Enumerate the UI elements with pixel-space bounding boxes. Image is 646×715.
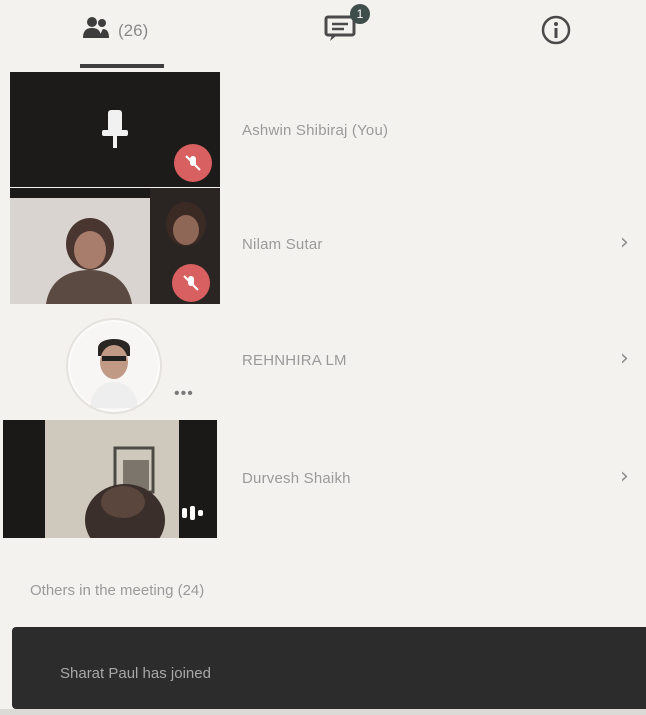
others-in-meeting-label[interactable]: Others in the meeting (24) [30,582,204,599]
chevron-right-icon[interactable]: › [620,346,629,371]
participant-name: Durvesh Shaikh [242,470,351,487]
active-tab-indicator [80,64,164,68]
avatar-photo [70,322,158,410]
mic-off-icon [172,264,210,302]
info-icon [540,14,572,51]
participant-name: Ashwin Shibiraj (You) [242,122,389,139]
chevron-right-icon[interactable]: › [620,464,629,489]
more-icon[interactable]: ••• [174,385,194,403]
people-icon [82,14,110,47]
participant-name: Nilam Sutar [242,236,323,253]
participant-video[interactable] [10,188,220,304]
participant-count: (26) [118,20,149,40]
tab-chat[interactable]: 1 [324,4,370,46]
audio-level-icon [177,504,207,522]
participant-video-self[interactable] [10,72,220,187]
top-tab-bar: (26) 1 [0,0,646,70]
mic-off-icon [174,144,212,182]
tab-info[interactable] [540,14,572,51]
tab-people[interactable]: (26) [82,14,148,47]
chat-unread-badge: 1 [350,4,370,24]
toast-message: Sharat Paul has joined [60,665,211,682]
join-notification-toast: Sharat Paul has joined [12,627,646,709]
participant-video[interactable] [3,420,217,538]
bottom-strip [0,709,646,715]
chevron-right-icon[interactable]: › [620,230,629,255]
avatar[interactable] [68,320,160,412]
participant-name: REHNHIRA LM [242,352,347,369]
